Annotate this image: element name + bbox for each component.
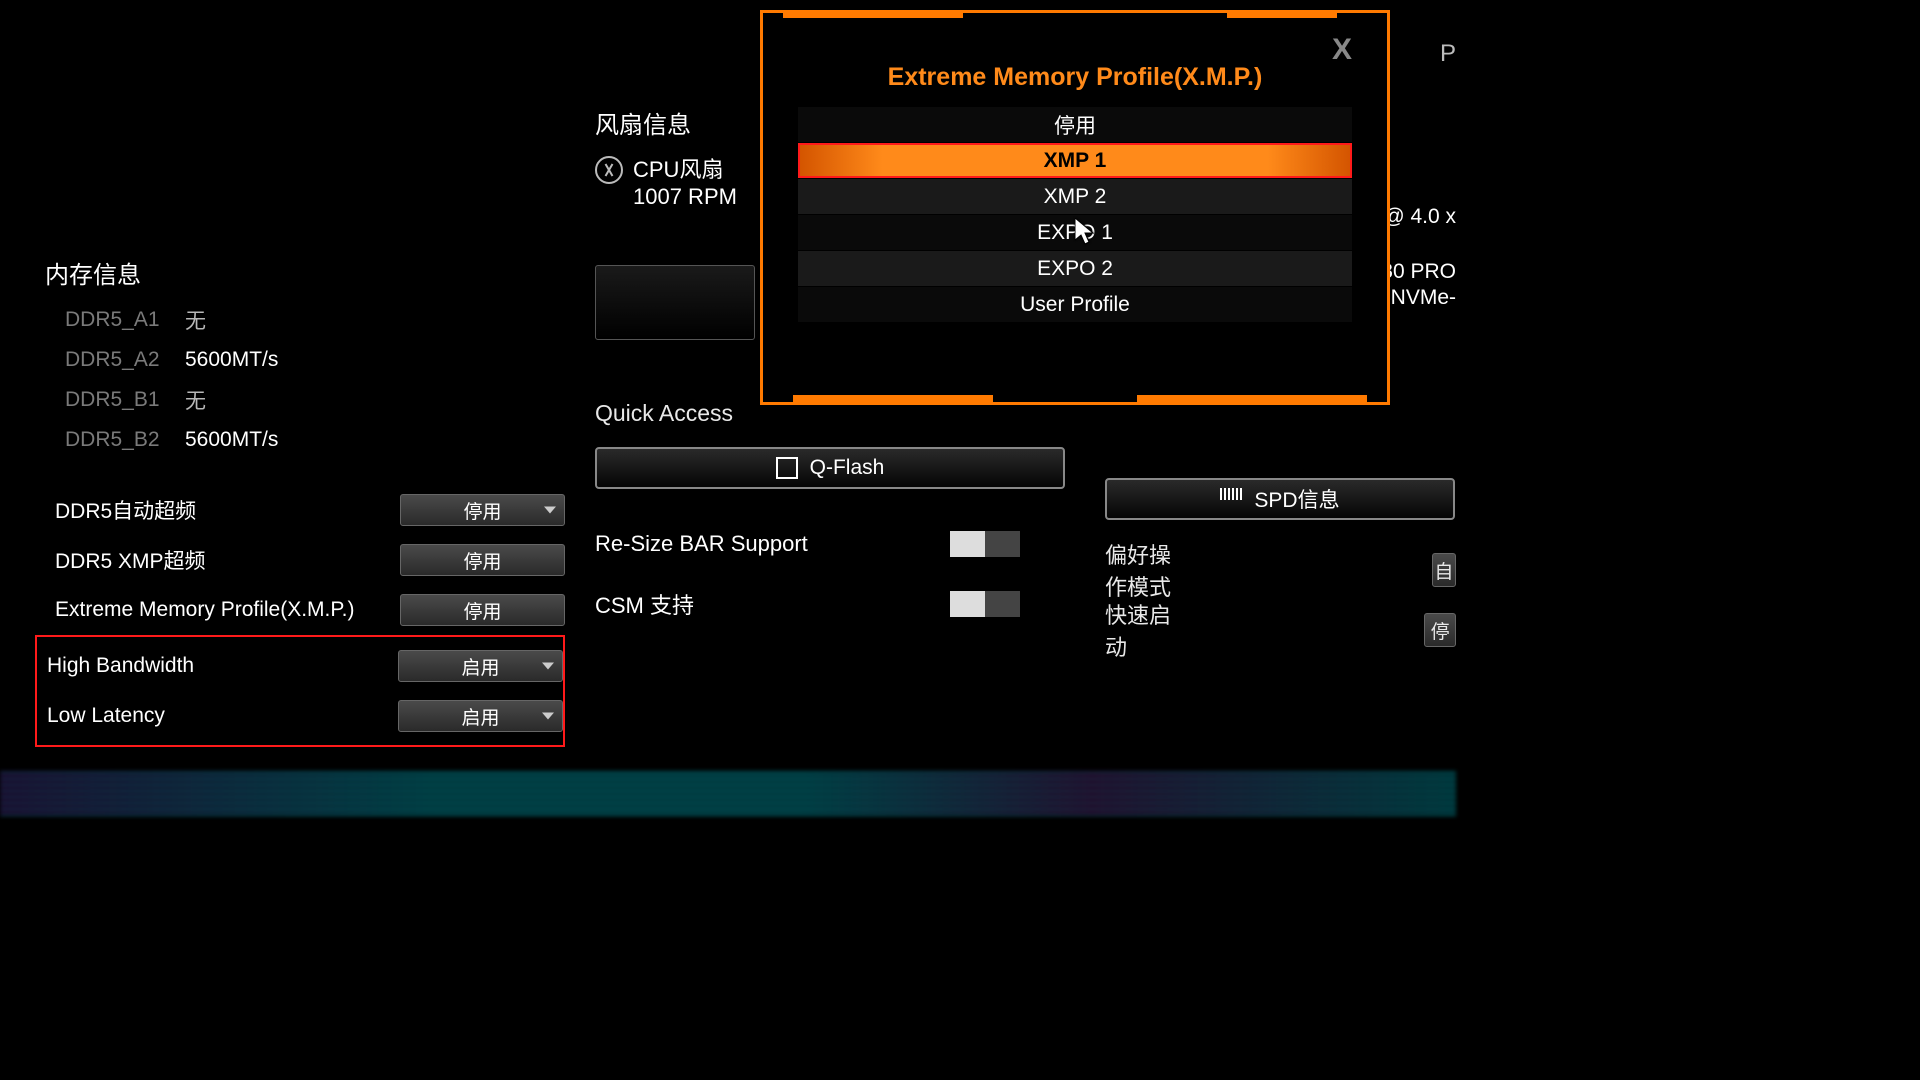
button-ddr5-xmp-oc[interactable]: 停用 <box>400 544 565 576</box>
setting-fast-boot: 快速启动 停 <box>1105 600 1456 660</box>
qflash-button[interactable]: Q-Flash <box>595 447 1065 489</box>
popup-option-user-profile[interactable]: User Profile <box>798 287 1352 322</box>
mem-slot-value: 无 <box>185 305 206 335</box>
dropdown-high-bandwidth[interactable]: 启用 <box>398 650 563 682</box>
xmp-profile-popup: X Extreme Memory Profile(X.M.P.) 停用 XMP … <box>760 10 1390 405</box>
decorative-glow <box>0 771 1456 816</box>
popup-decoration <box>1227 10 1337 18</box>
toggle-csm: CSM 支持 <box>595 574 1085 634</box>
setting-ddr5-xmp-oc: DDR5 XMP超频 停用 <box>45 535 565 585</box>
dropdown-ddr5-auto-oc[interactable]: 停用 <box>400 494 565 526</box>
popup-option-list: 停用 XMP 1 XMP 2 EXPO 1 EXPO 2 User Profil… <box>798 107 1352 322</box>
mem-slot-value: 5600MT/s <box>185 428 278 452</box>
toggle-csm-switch[interactable] <box>950 591 1020 617</box>
highlighted-settings-box: High Bandwidth 启用 Low Latency 启用 <box>35 635 565 747</box>
popup-option-xmp1[interactable]: XMP 1 <box>798 143 1352 178</box>
mem-slot-name: DDR5_A2 <box>45 348 185 372</box>
spd-info-button[interactable]: SPD信息 <box>1105 478 1455 520</box>
edge-text: P <box>1440 40 1456 68</box>
mem-slot-name: DDR5_B2 <box>45 428 185 452</box>
popup-option-xmp2[interactable]: XMP 2 <box>798 179 1352 214</box>
right-settings: 偏好操作模式 自 快速启动 停 <box>1105 540 1456 660</box>
memory-section-title: 内存信息 <box>45 255 565 290</box>
popup-decoration <box>783 10 963 18</box>
edge-text: @ 4.0 x <box>1383 205 1456 229</box>
popup-decoration <box>793 395 993 405</box>
setting-xmp-profile: Extreme Memory Profile(X.M.P.) 停用 <box>45 585 565 635</box>
setting-low-latency: Low Latency 启用 <box>37 691 563 741</box>
dropdown-pref-mode[interactable]: 自 <box>1432 553 1456 587</box>
fan-name: CPU风扇 <box>633 152 737 184</box>
obscured-panel <box>595 265 755 340</box>
memory-panel: 内存信息 DDR5_A1无 DDR5_A25600MT/s DDR5_B1无 D… <box>45 255 565 747</box>
fan-icon <box>595 156 623 184</box>
qflash-icon <box>776 457 798 479</box>
mem-slot-name: DDR5_B1 <box>45 388 185 412</box>
mem-slot-name: DDR5_A1 <box>45 308 185 332</box>
edge-text: NVMe- <box>1391 286 1456 310</box>
popup-decoration <box>1137 395 1367 405</box>
mem-slot-value: 无 <box>185 385 206 415</box>
setting-pref-mode: 偏好操作模式 自 <box>1105 540 1456 600</box>
setting-ddr5-auto-oc: DDR5自动超频 停用 <box>45 485 565 535</box>
popup-option-expo2[interactable]: EXPO 2 <box>798 251 1352 286</box>
edge-text: 80 PRO <box>1381 260 1456 284</box>
toggle-resize-bar-switch[interactable] <box>950 531 1020 557</box>
fan-rpm: 1007 RPM <box>633 184 737 210</box>
dropdown-low-latency[interactable]: 启用 <box>398 700 563 732</box>
setting-high-bandwidth: High Bandwidth 启用 <box>37 641 563 691</box>
button-xmp-profile[interactable]: 停用 <box>400 594 565 626</box>
popup-close-button[interactable]: X <box>1332 33 1352 67</box>
mem-slot-value: 5600MT/s <box>185 348 278 372</box>
spd-icon <box>1220 488 1242 510</box>
toggle-resize-bar: Re-Size BAR Support <box>595 514 1085 574</box>
popup-title: Extreme Memory Profile(X.M.P.) <box>763 63 1387 92</box>
popup-option-disabled[interactable]: 停用 <box>798 107 1352 142</box>
dropdown-fast-boot[interactable]: 停 <box>1424 613 1456 647</box>
